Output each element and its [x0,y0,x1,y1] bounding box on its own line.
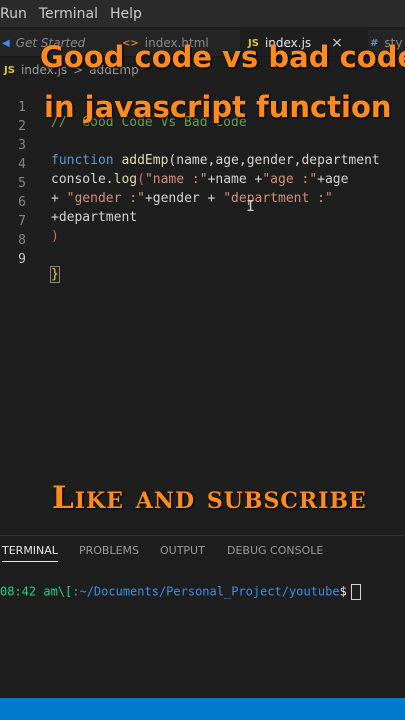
menu-run[interactable]: Run [0,6,27,22]
code-token: } [50,266,60,283]
code-line: 4 console.log("name :"+name +"age :"+age [0,142,405,187]
code-line: 9 } [0,237,405,283]
menu-help[interactable]: Help [110,6,142,22]
menu-bar: Run Terminal Help [0,0,405,27]
panel-tab-bar: TERMINAL PROBLEMS OUTPUT DEBUG CONSOLE [0,535,405,566]
js-icon: JS [4,64,15,76]
tab-output[interactable]: OUTPUT [160,544,205,557]
text-cursor-icon: I [246,197,256,215]
terminal-cursor [350,584,361,600]
code-editor[interactable]: 1 // Good Code Vs Bad Code 2 3 function … [0,82,405,522]
video-title-line-1: Good code vs bad code [40,40,405,74]
code-line: 8 [0,218,405,248]
line-number: 9 [18,252,26,267]
vscode-icon: ◀ [2,37,10,49]
tab-terminal[interactable]: TERMINAL [2,544,58,562]
status-bar [0,698,405,720]
subscribe-caption: Like and subscribe [52,480,367,516]
tab-problems[interactable]: PROBLEMS [79,544,139,557]
code-line: 7 ) [0,199,405,244]
menu-terminal[interactable]: Terminal [39,6,98,22]
tab-debug-console[interactable]: DEBUG CONSOLE [227,544,323,557]
code-line: 5 + "gender :"+gender + "department :" [0,161,405,206]
terminal-dollar: $ [339,584,347,599]
terminal-time: 08:42 am\[ [0,584,73,599]
video-title-line-2: in javascript function [44,90,392,124]
terminal-prompt[interactable]: 08:42 am\[:~/Documents/Personal_Project/… [0,584,361,600]
code-line: 3 function addEmp(name,age,gender,depart… [0,123,405,168]
code-line: 6 +department [0,180,405,225]
terminal-path: :~/Documents/Personal_Project/youtube [72,584,340,599]
